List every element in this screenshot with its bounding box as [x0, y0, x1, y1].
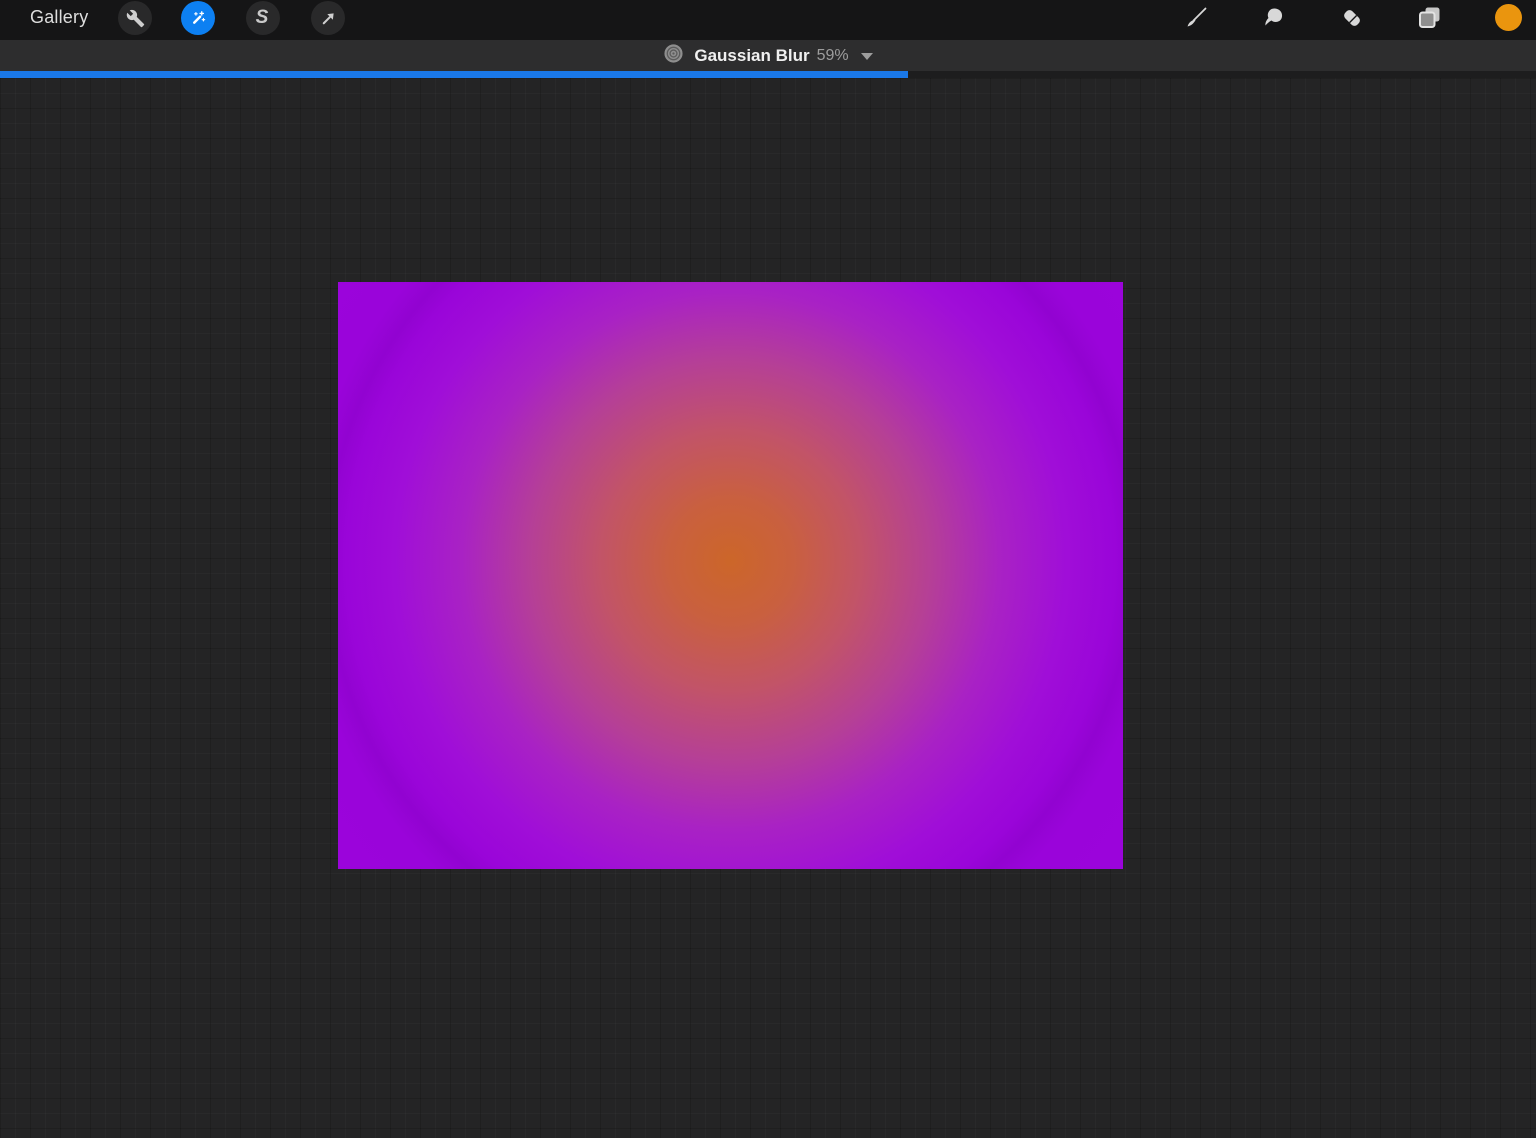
- actions-button[interactable]: [118, 1, 152, 35]
- transform-arrow-icon: [319, 9, 338, 28]
- procreate-window: Gallery S: [0, 0, 1536, 1138]
- wrench-icon: [126, 9, 145, 28]
- eraser-tool-button[interactable]: [1334, 2, 1370, 38]
- adjustment-percent: 59%: [817, 47, 849, 65]
- magic-wand-icon: [188, 8, 208, 28]
- adjustment-title: Gaussian Blur: [694, 46, 809, 66]
- top-toolbar: Gallery S: [0, 0, 1536, 40]
- adjustments-button[interactable]: [181, 1, 215, 35]
- paintbrush-icon: [1183, 5, 1209, 36]
- selection-s-icon: S: [256, 7, 269, 29]
- layers-button[interactable]: [1411, 2, 1447, 38]
- smudge-tool-button[interactable]: [1256, 2, 1292, 38]
- blur-amount-fill: [0, 71, 908, 78]
- selection-button[interactable]: S: [246, 1, 280, 35]
- smudge-finger-icon: [1261, 5, 1287, 36]
- gaussian-blur-icon: [663, 43, 684, 69]
- canvas[interactable]: [338, 282, 1123, 869]
- blur-amount-track[interactable]: [0, 71, 1536, 78]
- gallery-button[interactable]: Gallery: [30, 7, 88, 28]
- adjustment-bar[interactable]: Gaussian Blur 59%: [0, 40, 1536, 72]
- transform-button[interactable]: [311, 1, 345, 35]
- brush-tool-button[interactable]: [1178, 2, 1214, 38]
- color-swatch-circle[interactable]: [1495, 4, 1522, 31]
- layers-icon: [1416, 4, 1443, 36]
- eraser-icon: [1339, 5, 1365, 36]
- dropdown-caret-icon[interactable]: [861, 53, 873, 60]
